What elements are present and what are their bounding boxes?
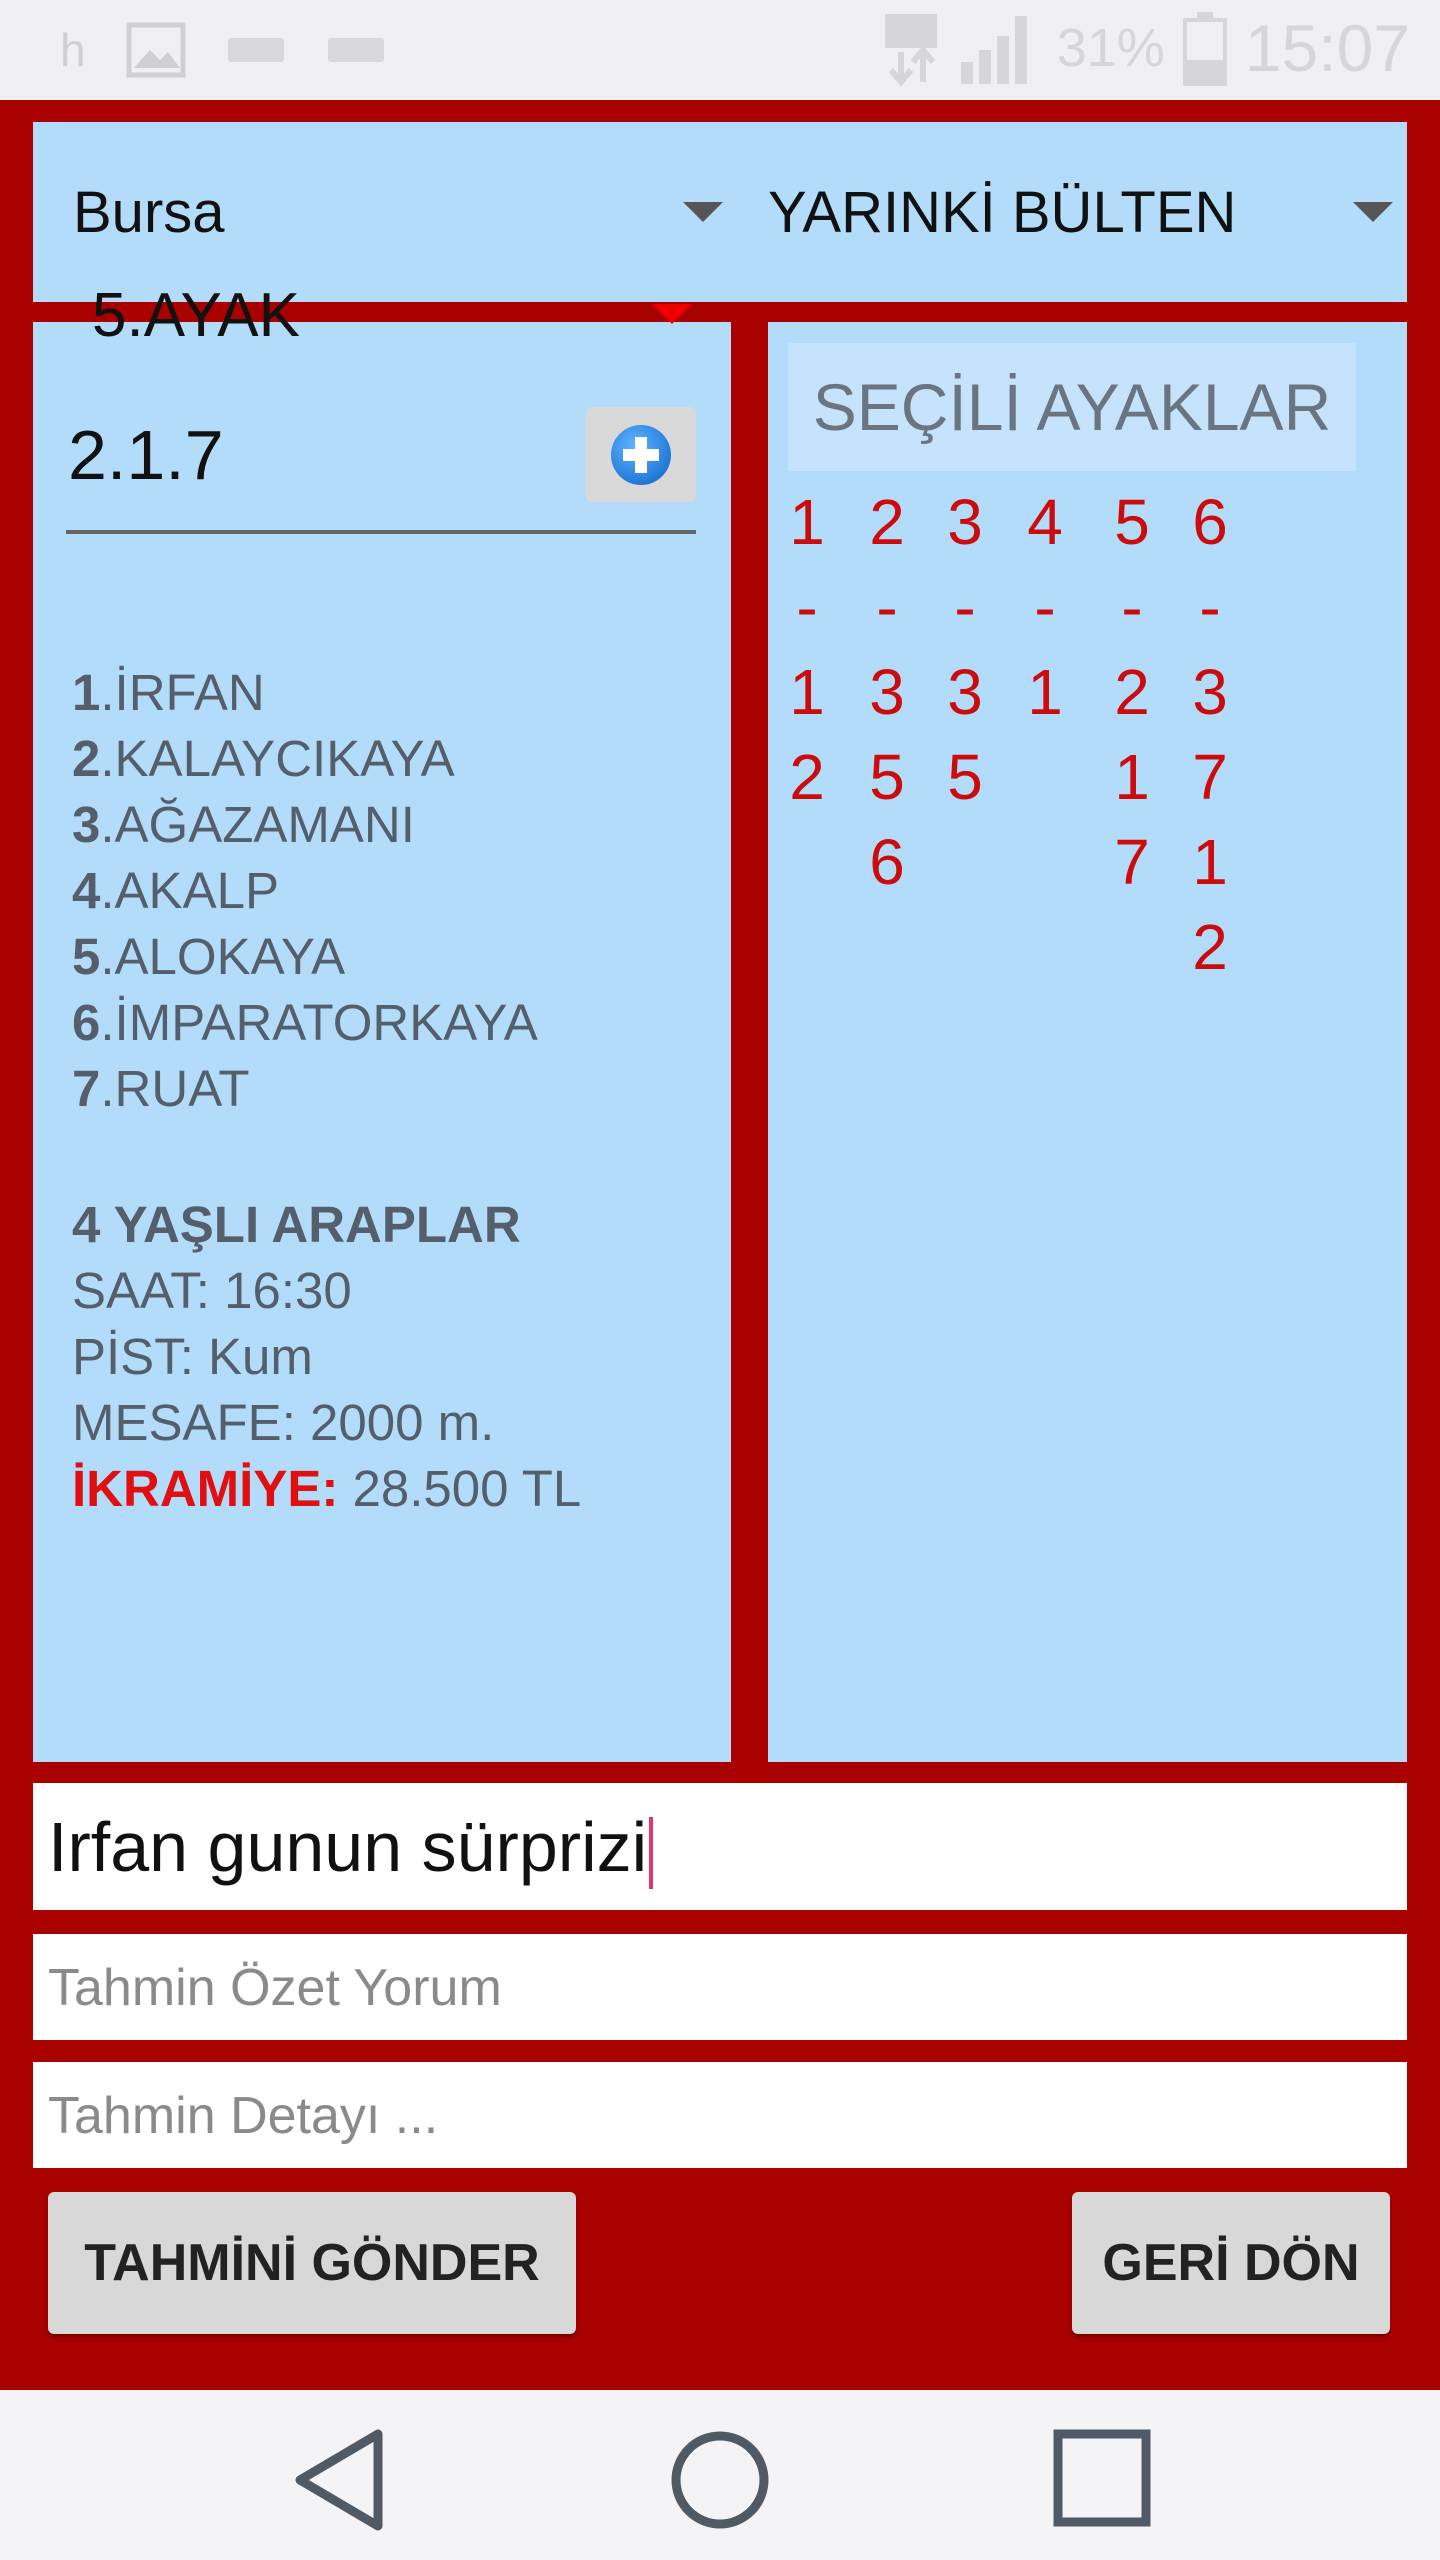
city-dropdown-arrow-icon — [683, 202, 723, 222]
leg-dropdown-arrow-icon — [652, 304, 692, 324]
summary-comment-placeholder: Tahmin Özet Yorum — [48, 1959, 502, 2017]
leg-separator: - — [1121, 571, 1143, 643]
leg-column: 6 - 3 7 1 2 — [1185, 480, 1235, 990]
battery-icon — [1182, 12, 1227, 86]
send-prediction-button[interactable]: TAHMİNİ GÖNDER — [48, 2192, 576, 2334]
clock: 15:07 — [1244, 11, 1410, 85]
status-bar: h 31% 15:07 — [0, 0, 1440, 100]
leg-separator: - — [796, 571, 818, 643]
app-notification-icon — [227, 38, 284, 62]
leg-pick: 6 — [869, 826, 905, 898]
system-status: 31% 15:07 — [881, 10, 1410, 86]
text-cursor — [649, 1816, 654, 1889]
code-input[interactable]: 2.1.7 — [66, 395, 696, 534]
home-nav-icon[interactable] — [668, 2428, 772, 2532]
leg-pick: 1 — [1027, 656, 1063, 728]
recent-apps-nav-icon[interactable] — [1052, 2428, 1152, 2528]
leg-pick: 2 — [1192, 911, 1228, 983]
battery-percent: 31% — [1056, 18, 1165, 78]
leg-pick: 2 — [789, 741, 825, 813]
horse-list: 1.İRFAN 2.KALAYCIKAYA 3.AĞAZAMANI 4.AKAL… — [72, 660, 538, 1122]
leg-pick: 3 — [947, 656, 983, 728]
leg-spinner-label: 5.AYAK — [92, 281, 300, 350]
leg-number: 2 — [869, 486, 905, 558]
leg-column: 2 - 3 5 6 — [862, 480, 912, 905]
bulletin-label: YARINKİ BÜLTEN — [768, 179, 1237, 245]
back-nav-icon[interactable] — [292, 2428, 388, 2532]
leg-pick: 1 — [1192, 826, 1228, 898]
leg-column: 4 - 1 — [1020, 480, 1070, 735]
race-title: 4 YAŞLI ARAPLAR — [72, 1196, 521, 1253]
prize-label: İKRAMİYE: — [72, 1460, 339, 1517]
top-selector-bar: Bursa YARINKİ BÜLTEN — [33, 122, 1407, 302]
prediction-detail-input[interactable]: Tahmin Detayı ... — [33, 2062, 1407, 2168]
summary-comment-input[interactable]: Tahmin Özet Yorum — [33, 1934, 1407, 2040]
leg-column: 1 - 1 2 — [782, 480, 832, 820]
leg-number: 3 — [947, 486, 983, 558]
signal-icon — [960, 16, 1027, 84]
leg-pick: 7 — [1114, 826, 1150, 898]
list-item: 4.AKALP — [72, 862, 279, 919]
prediction-title-value: Irfan gunun sürprizi — [48, 1808, 648, 1886]
prediction-detail-placeholder: Tahmin Detayı ... — [48, 2087, 439, 2145]
list-item: 6.İMPARATORKAYA — [72, 994, 538, 1051]
leg-number: 5 — [1114, 486, 1150, 558]
list-item: 7.RUAT — [72, 1060, 250, 1117]
bulletin-spinner[interactable]: YARINKİ BÜLTEN — [768, 122, 1393, 302]
data-transfer-icon — [884, 14, 937, 86]
plus-icon — [611, 425, 671, 485]
leg-pick: 5 — [947, 741, 983, 813]
list-item: 2.KALAYCIKAYA — [72, 730, 455, 787]
leg-spinner[interactable]: 5.AYAK — [92, 280, 692, 360]
leg-separator: - — [876, 571, 898, 643]
leg-pick: 5 — [869, 741, 905, 813]
race-info: 4 YAŞLI ARAPLAR SAAT: 16:30 PİST: Kum ME… — [72, 1192, 581, 1522]
race-prize: İKRAMİYE: 28.500 TL — [72, 1456, 581, 1522]
list-item: 3.AĞAZAMANI — [72, 796, 415, 853]
prediction-title-input[interactable]: Irfan gunun sürprizi — [33, 1783, 1407, 1910]
prize-value: 28.500 TL — [338, 1460, 582, 1517]
leg-number: 6 — [1192, 486, 1228, 558]
leg-pick: 3 — [869, 656, 905, 728]
leg-separator: - — [1199, 571, 1221, 643]
leg-pick: 7 — [1192, 741, 1228, 813]
image-notification-icon — [126, 22, 186, 78]
leg-column: 3 - 3 5 — [940, 480, 990, 820]
leg-number: 4 — [1027, 486, 1063, 558]
race-distance: MESAFE: 2000 m. — [72, 1394, 495, 1451]
leg-separator: - — [1034, 571, 1056, 643]
notification-icons: h — [60, 22, 386, 78]
list-item: 5.ALOKAYA — [72, 928, 346, 985]
bulletin-dropdown-arrow-icon — [1353, 202, 1393, 222]
leg-pick: 1 — [1114, 741, 1150, 813]
leg-pick: 3 — [1192, 656, 1228, 728]
leg-column: 5 - 2 1 7 — [1107, 480, 1157, 905]
leg-pick: 1 — [789, 656, 825, 728]
race-time: SAAT: 16:30 — [72, 1262, 352, 1319]
city-spinner[interactable]: Bursa — [73, 122, 723, 302]
list-item: 1.İRFAN — [72, 664, 265, 721]
add-button[interactable] — [586, 407, 696, 502]
navigation-bar — [0, 2390, 1440, 2560]
code-input-value: 2.1.7 — [68, 416, 224, 494]
leg-separator: - — [954, 571, 976, 643]
app-notification-icon-2 — [327, 38, 384, 62]
race-track: PİST: Kum — [72, 1328, 313, 1385]
selected-legs-header: SEÇİLİ AYAKLAR — [788, 343, 1356, 471]
back-button[interactable]: GERİ DÖN — [1072, 2192, 1390, 2334]
leg-number: 1 — [789, 486, 825, 558]
city-label: Bursa — [73, 179, 225, 245]
notification-letter: h — [60, 24, 86, 76]
leg-pick: 2 — [1114, 656, 1150, 728]
